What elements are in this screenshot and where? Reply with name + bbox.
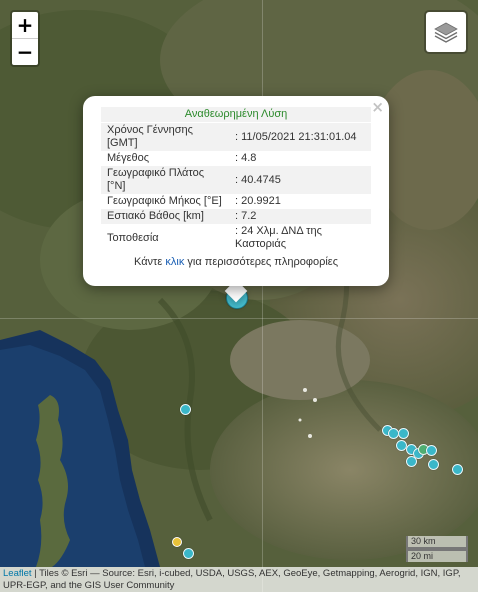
row-key: Μέγεθος [107,152,150,164]
earthquake-info-table: Χρόνος Γέννησης [GMT] : 11/05/2021 21:31… [101,123,371,252]
popup-header: Αναθεωρημένη Λύση [101,107,371,122]
row-value: : 24 Χλμ. ΔΝΔ της Καστοριάς [235,225,322,250]
row-key: Τοποθεσία [107,231,159,244]
more-info-link[interactable]: κλικ [165,256,184,268]
table-row: Γεωγραφικό Πλάτος [°N] : 40.4745 [101,166,371,194]
scale-km: 30 km [406,536,468,549]
row-key: Γεωγραφικό Πλάτος [°N] [101,166,229,194]
scale-mi: 20 mi [406,549,468,562]
table-row: Γεωγραφικό Μήκος [°E] : 20.9921 [101,194,371,209]
row-value: : 4.8 [235,152,257,164]
row-key: Χρόνος Γέννησης [GMT] [101,123,229,151]
row-value: : 40.4745 [229,166,371,194]
leaflet-link[interactable]: Leaflet [3,568,32,579]
layers-button[interactable] [424,10,468,54]
earthquake-marker[interactable] [180,404,191,415]
earthquake-marker[interactable] [183,548,194,559]
earthquake-marker[interactable] [398,428,409,439]
more-info-line: Κάντε κλικ για περισσότερες πληροφορίες [101,256,371,268]
earthquake-marker[interactable] [172,537,182,547]
row-value: : 20.9921 [235,195,281,207]
graticule-line [0,318,478,319]
scale-bar: 30 km 20 mi [406,536,468,562]
zoom-out-button[interactable]: − [12,38,38,65]
earthquake-marker[interactable] [426,445,437,456]
row-key: Γεωγραφικό Μήκος [°E] [107,195,222,207]
more-info-suffix: για περισσότερες πληροφορίες [187,256,338,268]
more-info-prefix: Κάντε [134,256,163,268]
table-row: Εστιακό Βάθος [km] : 7.2 [101,209,371,224]
table-row: Χρόνος Γέννησης [GMT] : 11/05/2021 21:31… [101,123,371,151]
zoom-in-button[interactable]: + [12,12,38,38]
earthquake-marker[interactable] [428,459,439,470]
graticule-line [262,0,263,592]
earthquake-popup: × Αναθεωρημένη Λύση Χρόνος Γέννησης [GMT… [83,96,389,286]
row-value: : 7.2 [229,209,371,224]
row-value: : 11/05/2021 21:31:01.04 [229,123,371,151]
zoom-control: + − [10,10,40,67]
table-row: Τοποθεσία : 24 Χλμ. ΔΝΔ της Καστοριάς [101,224,371,252]
popup-close-button[interactable]: × [371,98,384,116]
row-key: Εστιακό Βάθος [km] [101,209,229,224]
earthquake-marker[interactable] [452,464,463,475]
layers-icon [434,22,458,43]
earthquake-marker[interactable] [406,456,417,467]
map-attribution: Leaflet | Tiles © Esri — Source: Esri, i… [0,567,478,592]
attribution-text: | Tiles © Esri — Source: Esri, i-cubed, … [3,568,461,591]
table-row: Μέγεθος : 4.8 [101,151,371,166]
